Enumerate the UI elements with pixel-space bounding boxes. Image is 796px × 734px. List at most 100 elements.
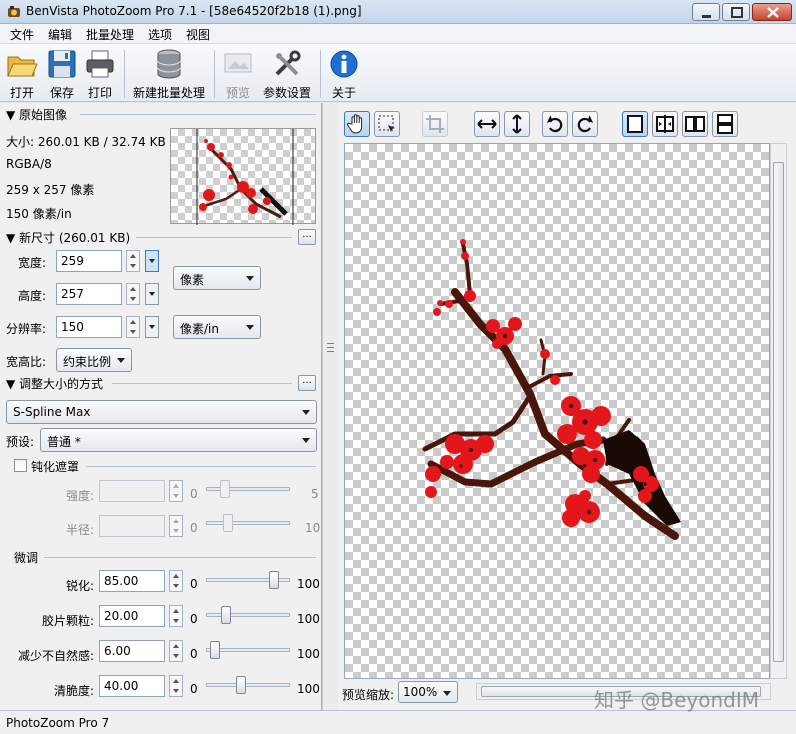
- finetune-slider-thumb[interactable]: [269, 571, 279, 589]
- strength-field[interactable]: [99, 480, 165, 502]
- finetune-header: 微调: [14, 551, 39, 565]
- menu-view[interactable]: 视图: [186, 26, 210, 43]
- finetune-spinner[interactable]: [169, 675, 183, 697]
- crop-button[interactable]: [422, 111, 448, 137]
- open-label: 打开: [9, 86, 34, 100]
- side-by-side-icon: [685, 116, 705, 132]
- width-spinner[interactable]: [126, 250, 140, 272]
- finetune-label: 清脆度:: [53, 684, 94, 698]
- select-tool-button[interactable]: [374, 111, 400, 137]
- split-view-button[interactable]: [652, 111, 678, 137]
- resize-method-more-button[interactable]: ...: [298, 375, 316, 391]
- finetune-value-field[interactable]: 40.00: [99, 675, 165, 697]
- finetune-value-field[interactable]: 6.00: [99, 640, 165, 662]
- height-spinner[interactable]: [126, 283, 140, 305]
- finetune-spinner[interactable]: [169, 605, 183, 627]
- minimize-button[interactable]: [692, 3, 720, 21]
- original-size: 大小: 260.01 KB / 32.74 KB: [6, 135, 166, 149]
- preview-canvas[interactable]: [344, 143, 770, 679]
- hand-tool-button[interactable]: [344, 111, 370, 137]
- radius-slider-track[interactable]: [206, 521, 290, 525]
- menu-file[interactable]: 文件: [10, 26, 34, 43]
- new-batch-button[interactable]: 新建批量处理: [130, 48, 208, 100]
- plum-blossom-preview: [422, 239, 681, 540]
- print-button[interactable]: 打印: [82, 48, 118, 100]
- new-size-more-button[interactable]: ...: [298, 229, 316, 245]
- folder-open-icon: [7, 56, 38, 77]
- menu-edit[interactable]: 编辑: [48, 26, 72, 43]
- preview-label: 预览: [225, 86, 250, 100]
- new-batch-label: 新建批量处理: [132, 86, 205, 100]
- finetune-min: 0: [190, 682, 198, 696]
- divider: [112, 383, 292, 384]
- preview-button[interactable]: 预览: [220, 48, 256, 100]
- finetune-slider-track[interactable]: [206, 683, 290, 687]
- radius-slider-thumb[interactable]: [223, 514, 233, 532]
- new-size-header[interactable]: ▼ 新尺寸 (260.01 KB): [6, 229, 130, 246]
- about-button[interactable]: 关于: [326, 48, 362, 100]
- watermark: 知乎 @BeyondIM: [594, 688, 759, 712]
- finetune-slider-thumb[interactable]: [236, 676, 246, 694]
- finetune-slider-thumb[interactable]: [221, 606, 231, 624]
- resolution-link-button[interactable]: [145, 316, 159, 338]
- resolution-unit-select[interactable]: 像素/in: [173, 315, 261, 339]
- panel-splitter[interactable]: [322, 103, 338, 710]
- app-icon: [8, 6, 20, 17]
- radius-spinner[interactable]: [169, 515, 183, 537]
- open-button[interactable]: 打开: [4, 48, 40, 100]
- preview-vertical-scrollbar[interactable]: [770, 143, 787, 679]
- strength-slider-track[interactable]: [206, 487, 290, 491]
- finetune-value-field[interactable]: 85.00: [99, 570, 165, 592]
- finetune-spinner[interactable]: [169, 640, 183, 662]
- split-view-icon: [656, 115, 674, 133]
- save-button[interactable]: 保存: [44, 48, 80, 100]
- single-view-button[interactable]: [622, 111, 648, 137]
- aspect-select[interactable]: 约束比例: [56, 348, 132, 372]
- save-icon: [48, 50, 76, 78]
- top-bottom-button[interactable]: [712, 111, 738, 137]
- rotate-left-button[interactable]: [542, 111, 568, 137]
- strength-spinner[interactable]: [169, 480, 183, 502]
- resolution-spinner[interactable]: [126, 316, 140, 338]
- finetune-min: 0: [190, 647, 198, 661]
- height-link-button[interactable]: [145, 283, 159, 305]
- finetune-max: 100: [297, 682, 320, 696]
- side-by-side-button[interactable]: [682, 111, 708, 137]
- radius-field[interactable]: [99, 515, 165, 537]
- zoom-select[interactable]: 100%: [398, 681, 458, 703]
- rotate-right-button[interactable]: [572, 111, 598, 137]
- finetune-max: 100: [297, 612, 320, 626]
- size-unit-select[interactable]: 像素: [173, 266, 261, 290]
- resize-method-header[interactable]: ▼ 调整大小的方式: [6, 375, 103, 392]
- preview-vertical-scroll-thumb[interactable]: [773, 162, 784, 662]
- toolbar-separator: [124, 50, 125, 98]
- unsharp-mask-checkbox[interactable]: [14, 459, 27, 472]
- fit-height-button[interactable]: [504, 111, 530, 137]
- maximize-button[interactable]: [722, 3, 750, 21]
- menu-batch[interactable]: 批量处理: [86, 26, 134, 43]
- resize-method-select[interactable]: S-Spline Max: [6, 400, 317, 424]
- print-label: 打印: [87, 86, 112, 100]
- preset-select[interactable]: 普通 *: [40, 428, 317, 452]
- close-icon: [767, 7, 779, 18]
- maximize-icon: [731, 7, 743, 18]
- original-image-header[interactable]: ▼ 原始图像: [6, 106, 67, 123]
- finetune-slider-track[interactable]: [206, 613, 290, 617]
- settings-button[interactable]: 参数设置: [260, 48, 314, 100]
- fit-width-button[interactable]: [474, 111, 500, 137]
- finetune-spinner[interactable]: [169, 570, 183, 592]
- width-label: 宽度:: [18, 256, 47, 270]
- width-field[interactable]: 259: [56, 250, 122, 272]
- finetune-slider-thumb[interactable]: [210, 641, 220, 659]
- menu-options[interactable]: 选项: [148, 26, 172, 43]
- strength-min: 0: [190, 487, 198, 501]
- resolution-field[interactable]: 150: [56, 316, 122, 338]
- finetune-max: 100: [297, 577, 320, 591]
- finetune-label: 胶片颗粒:: [41, 614, 94, 628]
- strength-slider-thumb[interactable]: [220, 480, 230, 498]
- finetune-value-field[interactable]: 20.00: [99, 605, 165, 627]
- width-link-button[interactable]: [145, 250, 159, 272]
- height-field[interactable]: 257: [56, 283, 122, 305]
- marquee-select-icon: [378, 115, 395, 132]
- close-button[interactable]: [752, 3, 792, 21]
